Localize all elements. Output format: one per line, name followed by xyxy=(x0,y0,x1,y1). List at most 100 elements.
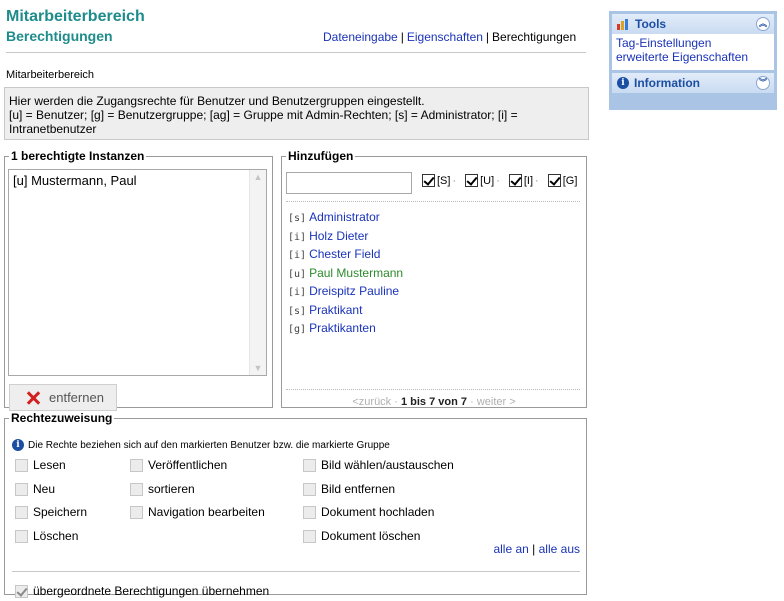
type-tag: [i] xyxy=(288,250,307,261)
add-panel: Hinzufügen [S] · [U] · [I] · [G] [s] Admi… xyxy=(281,149,587,408)
perm-bild-entfernen[interactable]: Bild entfernen xyxy=(303,482,395,496)
result-link-administrator[interactable]: Administrator xyxy=(309,210,380,224)
tools-body: Tag-Einstellungen erweiterte Eigenschaft… xyxy=(612,34,774,70)
nav-current-berechtigungen: Berechtigungen xyxy=(492,30,577,44)
filter-u-label: [U] xyxy=(480,174,495,187)
perm-neu-checkbox[interactable] xyxy=(15,482,28,496)
inherit-permissions[interactable]: übergeordnete Berechtigungen übernehmen xyxy=(15,584,269,598)
list-item: [s] Praktikant xyxy=(288,302,403,321)
type-filters: [S] · [U] · [I] · [G] xyxy=(422,174,584,187)
top-navigation: Dateneingabe | Eigenschaften | Berechtigunge… xyxy=(323,30,576,44)
all-on-link[interactable]: alle an xyxy=(493,542,528,556)
filter-s-label: [S] xyxy=(437,174,451,187)
perm-loeschen[interactable]: Löschen xyxy=(15,529,78,543)
type-tag: [g] xyxy=(288,324,307,335)
perm-navigation-bearbeiten[interactable]: Navigation bearbeiten xyxy=(130,505,265,519)
filter-g-label: [G] xyxy=(562,174,578,187)
scroll-down-icon[interactable]: ▼ xyxy=(253,363,263,373)
perm-dokument-hochladen[interactable]: Dokument hochladen xyxy=(303,505,434,519)
rights-note-text: Die Rechte beziehen sich auf den markier… xyxy=(28,439,390,451)
scroll-up-icon[interactable]: ▲ xyxy=(253,172,263,182)
perm-speichern[interactable]: Speichern xyxy=(15,505,87,519)
result-link-holz-dieter[interactable]: Holz Dieter xyxy=(309,229,368,243)
page-subtitle: Berechtigungen xyxy=(6,28,113,44)
perm-navigation-bearbeiten-label: Navigation bearbeiten xyxy=(148,505,265,519)
rights-panel: Rechtezuweisung i Die Rechte beziehen si… xyxy=(4,411,587,598)
filter-i-checkbox[interactable] xyxy=(508,174,522,187)
type-tag: [u] xyxy=(288,268,307,280)
filter-s-checkbox[interactable] xyxy=(422,174,435,187)
result-link-praktikant[interactable]: Praktikant xyxy=(309,303,362,317)
perm-bild-waehlen-checkbox[interactable] xyxy=(303,458,316,472)
info-text-line1: Hier werden die Zugangsrechte für Benutz… xyxy=(9,94,425,108)
instances-legend: 1 berechtigte Instanzen xyxy=(11,149,145,163)
tools-icon xyxy=(617,18,630,30)
rights-note: i Die Rechte beziehen sich auf den marki… xyxy=(12,439,390,451)
filter-i[interactable]: [I] xyxy=(508,174,533,187)
perm-veroeffentlichen[interactable]: Veröffentlichen xyxy=(130,458,227,472)
result-link-praktikanten[interactable]: Praktikanten xyxy=(309,321,376,335)
inherit-permissions-label: übergeordnete Berechtigungen übernehmen xyxy=(33,584,270,598)
information-header[interactable]: i Information ︾ xyxy=(612,73,774,93)
page-title: Mitarbeiterbereich xyxy=(6,8,145,25)
perm-speichern-checkbox[interactable] xyxy=(15,505,28,519)
all-off-link[interactable]: alle aus xyxy=(539,542,580,556)
perm-loeschen-checkbox[interactable] xyxy=(15,529,28,543)
remove-button[interactable]: entfernen xyxy=(9,384,117,411)
filter-separator: · xyxy=(452,174,457,187)
close-icon xyxy=(26,391,40,405)
header-divider xyxy=(6,52,586,53)
pager-next[interactable]: weiter > xyxy=(477,396,516,408)
result-link-paul-mustermann[interactable]: Paul Mustermann xyxy=(309,266,403,280)
info-icon: i xyxy=(12,439,24,451)
list-item[interactable]: [u] Mustermann, Paul xyxy=(13,173,262,188)
rights-legend: Rechtezuweisung xyxy=(11,411,113,425)
tools-header[interactable]: Tools ︽ xyxy=(612,14,774,34)
chevron-down-icon[interactable]: ︾ xyxy=(756,76,770,90)
search-input[interactable] xyxy=(286,172,412,194)
nav-link-eigenschaften[interactable]: Eigenschaften xyxy=(407,30,483,44)
filter-separator: · xyxy=(496,174,500,187)
tag-settings-link[interactable]: Tag-Einstellungen xyxy=(616,36,711,50)
extended-properties-link[interactable]: erweiterte Eigenschaften xyxy=(616,50,748,64)
tools-title: Tools xyxy=(635,17,667,31)
pager-separator: · xyxy=(470,396,474,408)
nav-link-dateneingabe[interactable]: Dateneingabe xyxy=(323,30,398,44)
type-tag: [s] xyxy=(288,305,307,317)
divider xyxy=(286,389,580,390)
perm-loeschen-label: Löschen xyxy=(33,529,79,543)
scrollbar[interactable]: ▲ ▼ xyxy=(249,170,266,375)
perm-sortieren-checkbox[interactable] xyxy=(130,482,143,496)
instances-listbox[interactable]: [u] Mustermann, Paul ▲ ▼ xyxy=(8,169,267,376)
filter-u-checkbox[interactable] xyxy=(465,174,479,187)
filter-u[interactable]: [U] xyxy=(465,174,494,187)
filter-s[interactable]: [S] xyxy=(422,174,450,187)
list-item: [i] Dreispitz Pauline xyxy=(288,283,403,302)
perm-dokument-hochladen-checkbox[interactable] xyxy=(303,505,316,519)
info-text-line2: [u] = Benutzer; [g] = Benutzergruppe; [a… xyxy=(9,108,518,136)
filter-g-checkbox[interactable] xyxy=(547,174,561,187)
perm-bild-entfernen-checkbox[interactable] xyxy=(303,482,316,496)
perm-sortieren[interactable]: sortieren xyxy=(130,482,195,496)
list-item: [u] Paul Mustermann xyxy=(288,265,403,284)
list-item: [s] Administrator xyxy=(288,209,403,228)
perm-neu[interactable]: Neu xyxy=(15,482,55,496)
result-link-dreispitz-pauline[interactable]: Dreispitz Pauline xyxy=(309,284,399,298)
perm-lesen[interactable]: Lesen xyxy=(15,458,66,472)
info-box: Hier werden die Zugangsrechte für Benutz… xyxy=(4,87,589,140)
list-item: [i] Chester Field xyxy=(288,246,403,265)
pager-prev[interactable]: <zurück xyxy=(352,396,391,408)
perm-veroeffentlichen-checkbox[interactable] xyxy=(130,458,143,472)
result-link-chester-field[interactable]: Chester Field xyxy=(309,247,380,261)
filter-g[interactable]: [G] xyxy=(547,174,578,187)
perm-dokument-loeschen-checkbox[interactable] xyxy=(303,529,316,543)
chevron-up-icon[interactable]: ︽ xyxy=(756,17,770,31)
divider xyxy=(286,201,580,202)
perm-dokument-loeschen[interactable]: Dokument löschen xyxy=(303,529,420,543)
perm-bild-waehlen[interactable]: Bild wählen/austauschen xyxy=(303,458,454,472)
select-all-links: alle an | alle aus xyxy=(493,542,580,556)
perm-navigation-bearbeiten-checkbox[interactable] xyxy=(130,505,143,519)
perm-lesen-checkbox[interactable] xyxy=(15,458,28,472)
all-separator: | xyxy=(532,542,536,556)
inherit-permissions-checkbox[interactable] xyxy=(15,584,28,598)
